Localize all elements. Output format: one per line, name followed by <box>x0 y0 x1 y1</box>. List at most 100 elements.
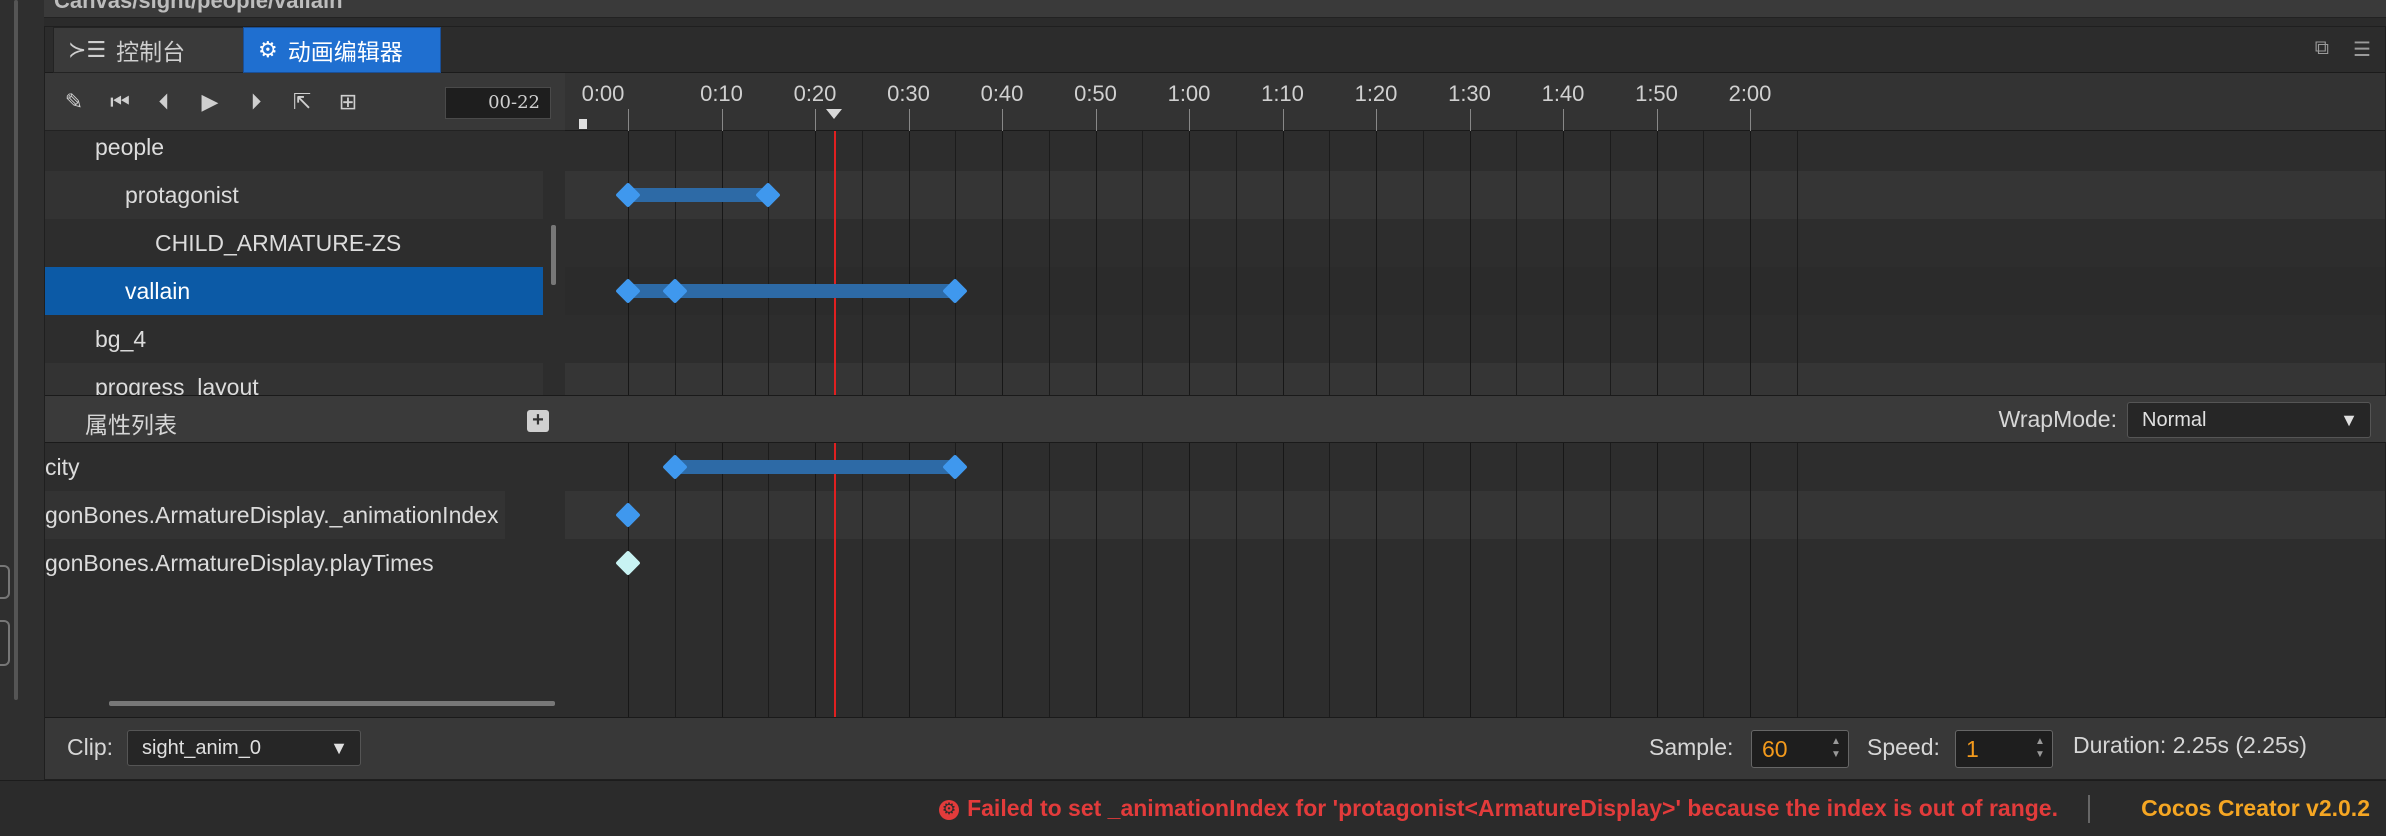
node-timeline[interactable] <box>565 131 2385 395</box>
ruler-label: 1:50 <box>1635 81 1678 106</box>
grid-line <box>955 443 957 717</box>
tree-node[interactable]: protagonist <box>45 171 543 219</box>
keyframe-span[interactable] <box>628 188 769 202</box>
property-timeline[interactable] <box>565 443 2385 717</box>
error-text: Failed to set _animationIndex for 'prota… <box>967 795 2058 821</box>
grid-line <box>1563 131 1564 395</box>
grid-line <box>1282 131 1284 395</box>
grid-line <box>908 443 910 717</box>
grid-line <box>908 131 910 395</box>
property-item[interactable]: gonBones.ArmatureDisplay.playTimes <box>45 539 434 587</box>
tree-node[interactable]: progress_layout <box>45 363 543 395</box>
property-list-hscrollbar[interactable] <box>109 701 555 706</box>
dock-handle-bottom[interactable] <box>0 620 10 666</box>
tab-console[interactable]: ≻☰ 控制台 <box>53 27 245 73</box>
tree-node[interactable]: CHILD_ARMATURE-ZS <box>45 219 543 267</box>
timeline-row[interactable] <box>565 219 2385 267</box>
node-path-text: Canvas/sight/people/vallain <box>54 0 343 13</box>
grid-line <box>1703 443 1705 717</box>
ruler-label: 1:40 <box>1541 81 1585 106</box>
tree-node-label: progress_layout <box>95 374 259 395</box>
timeline-row[interactable] <box>565 539 2385 587</box>
dock-splitter[interactable] <box>14 0 18 700</box>
wrapmode-select[interactable]: Normal ▼ <box>2127 402 2371 438</box>
ruler-label: 1:10 <box>1261 81 1304 106</box>
step-forward-icon[interactable]: ⏵ <box>241 87 271 117</box>
grid-line <box>1235 443 1237 717</box>
timecode-input[interactable]: 00-22 <box>445 87 551 119</box>
ruler-tick <box>1376 109 1377 131</box>
dock-handle-top[interactable] <box>0 565 10 599</box>
ruler-label: 0:40 <box>980 81 1024 106</box>
property-item-label: gonBones.ArmatureDisplay.playTimes <box>45 550 434 576</box>
sample-input[interactable]: 60 ▲ ▼ <box>1751 730 1849 768</box>
tree-node[interactable]: vallain <box>45 267 543 315</box>
play-icon[interactable]: ▶ <box>195 87 225 117</box>
error-message[interactable]: ⚙ Failed to set _animationIndex for 'prot… <box>939 795 2058 822</box>
add-property-button[interactable]: + <box>527 410 549 432</box>
clip-select[interactable]: sight_anim_0 ▼ <box>127 730 361 766</box>
tree-node[interactable]: bg_4 <box>45 315 543 363</box>
node-path-bar: Canvas/sight/people/vallain <box>44 0 2386 18</box>
grid-line <box>628 443 629 717</box>
playhead-handle[interactable] <box>825 109 842 119</box>
grid-line <box>768 131 770 395</box>
step-back-icon[interactable]: ⏴ <box>149 87 179 117</box>
timeline-row[interactable] <box>565 363 2385 395</box>
property-list: city gonBones.ArmatureDisplay._animationI… <box>45 443 565 717</box>
version-text: Cocos Creator v2.0.2 <box>2141 795 2370 821</box>
sample-value: 60 <box>1762 736 1788 762</box>
property-item-label: gonBones.ArmatureDisplay._animationIndex <box>45 502 499 528</box>
speed-stepper[interactable]: ▲ ▼ <box>2032 735 2048 763</box>
edit-icon[interactable]: ✎ <box>59 87 89 117</box>
grid-line <box>1656 443 1658 717</box>
ruler-label: 0:00 <box>581 81 625 106</box>
ruler-label: 0:20 <box>793 81 837 106</box>
keyframe-span[interactable] <box>674 460 956 474</box>
sample-stepper[interactable]: ▲ ▼ <box>1828 735 1844 763</box>
animation-panel: ≻☰ 控制台 ⚙ 动画编辑器 ⧉ ☰ ✎ ⏮ ⏴ ▶ ⏵ ⇱ ⊞ 00-22 0… <box>44 26 2386 780</box>
clip-settings-bar: Clip: sight_anim_0 ▼ Sample: 60 ▲ ▼ Speed… <box>45 717 2386 779</box>
property-item-label: city <box>45 454 80 480</box>
tree-node-label: bg_4 <box>95 326 147 352</box>
ruler-tick <box>1002 109 1003 131</box>
grid-line <box>674 131 676 395</box>
grid-line <box>1796 131 1798 395</box>
jump-to-start-icon[interactable]: ⏮ <box>105 87 135 117</box>
property-item[interactable]: gonBones.ArmatureDisplay._animationIndex <box>45 491 505 539</box>
status-separator <box>2088 795 2090 823</box>
timeline-row[interactable] <box>565 491 2385 539</box>
ruler-tick <box>908 109 910 131</box>
grid-line <box>861 443 863 717</box>
timeline-row[interactable] <box>565 171 2385 219</box>
tab-animation-editor-label: 动画编辑器 <box>287 39 403 65</box>
property-item[interactable]: city <box>45 443 80 491</box>
grid-line <box>1422 443 1424 717</box>
timeline-row[interactable] <box>565 315 2385 363</box>
grid-line <box>815 443 816 717</box>
tab-animation-editor[interactable]: ⚙ 动画编辑器 <box>243 27 441 73</box>
start-marker <box>579 119 587 129</box>
grid-line <box>1142 131 1144 395</box>
grid-line <box>674 443 676 717</box>
export-icon[interactable]: ⇱ <box>287 87 317 117</box>
wrapmode-label: WrapMode: <box>1998 406 2117 432</box>
tree-node[interactable]: people <box>45 131 543 171</box>
grid-line <box>955 131 957 395</box>
grid-line <box>721 443 723 717</box>
node-tree-scrollbar[interactable] <box>551 225 556 285</box>
property-header: 属性列表 + WrapMode: Normal ▼ <box>45 395 2386 443</box>
add-event-icon[interactable]: ⊞ <box>333 87 363 117</box>
speed-value: 1 <box>1966 736 1979 762</box>
grid-line <box>768 443 770 717</box>
menu-icon[interactable]: ☰ <box>2353 37 2371 62</box>
ruler-tick <box>1095 109 1097 131</box>
grid-line <box>721 131 723 395</box>
status-bar: ⚙ Failed to set _animationIndex for 'prot… <box>0 780 2386 836</box>
time-ruler[interactable]: 0:00 0:10 0:20 0:30 0:40 0:50 1:00 1:10 1:20 1:30… <box>565 73 2385 131</box>
speed-input[interactable]: 1 ▲ ▼ <box>1955 730 2053 768</box>
popout-icon[interactable]: ⧉ <box>2315 37 2329 62</box>
error-icon: ⚙ <box>939 800 960 820</box>
clip-label: Clip: <box>67 734 114 760</box>
timeline-row[interactable] <box>565 131 2385 171</box>
